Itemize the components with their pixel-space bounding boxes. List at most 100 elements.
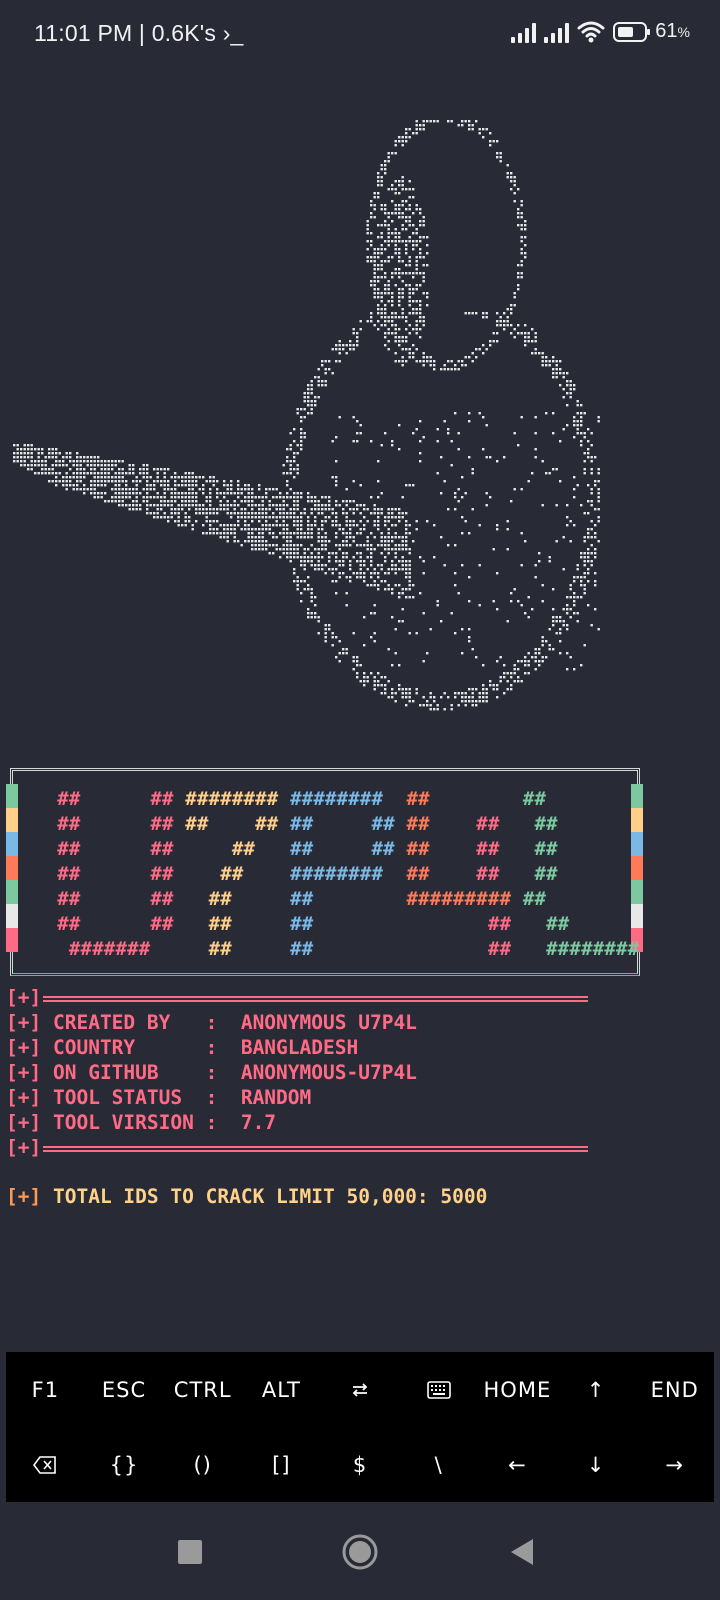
recents-button[interactable]: [168, 1530, 212, 1574]
key-up[interactable]: ↑: [557, 1352, 636, 1427]
banner-segment: ##: [499, 863, 558, 885]
back-button[interactable]: [500, 1530, 544, 1574]
banner-segment: ## ##: [34, 863, 174, 885]
banner-segment: ## ##: [173, 813, 279, 835]
key-right[interactable]: →: [635, 1427, 714, 1502]
strip-segment: [631, 856, 643, 880]
key-dollar[interactable]: $: [321, 1427, 400, 1502]
strip-segment: [6, 856, 18, 880]
banner-segment: ##: [429, 788, 547, 810]
info-rule-top: [+]: [6, 985, 706, 1010]
key-backslash[interactable]: \: [399, 1427, 478, 1502]
banner-segment: ##: [429, 863, 500, 885]
strip-segment: [631, 808, 643, 832]
signal-icon-1: [511, 21, 537, 43]
banner-segment: ########: [173, 788, 279, 810]
banner-segment: ##: [511, 913, 570, 935]
banner-segment: ##: [429, 813, 500, 835]
banner-row: ## ## ## ## ######### ##: [34, 888, 546, 913]
divider: [43, 995, 589, 1002]
banner-segment: ########: [278, 788, 384, 810]
home-button[interactable]: [338, 1530, 382, 1574]
banner-segment: ## ##: [34, 838, 174, 860]
banner-segment: ########: [243, 863, 384, 885]
banner-segment: ##: [511, 888, 547, 910]
banner-segment: ##: [394, 838, 430, 860]
banner-segment: ##: [150, 938, 232, 960]
key-alt[interactable]: ALT: [242, 1352, 321, 1427]
tab-icon: [351, 1382, 369, 1398]
banner-segment: ## ##: [34, 888, 174, 910]
banner-segment: ## ##: [34, 788, 174, 810]
key-esc[interactable]: ESC: [85, 1352, 164, 1427]
key-parens[interactable]: (): [163, 1427, 242, 1502]
banner-segment: ##: [383, 863, 430, 885]
banner-segment: ##: [173, 888, 232, 910]
key-tab[interactable]: [321, 1352, 400, 1427]
strip-segment: [6, 928, 18, 952]
back-triangle-icon: [511, 1539, 533, 1565]
total-ids-line: [+] TOTAL IDS TO CRACK LIMIT 50,000: 500…: [6, 1185, 488, 1208]
info-line-country: [+] COUNTRY : BANGLADESH: [6, 1036, 359, 1059]
divider: [43, 1145, 589, 1152]
banner-segment: ##: [429, 838, 500, 860]
strip-segment: [631, 784, 643, 808]
info-rule-bottom: [+]: [6, 1135, 706, 1160]
strip-segment: [631, 904, 643, 928]
strip-segment: [6, 904, 18, 928]
key-f1[interactable]: F1: [6, 1352, 85, 1427]
status-bar: 11:01 PM | 0.6K's ›_ 61%: [0, 0, 720, 70]
banner-segment: ##: [499, 838, 558, 860]
terminal-prompt-icon: ›_: [222, 20, 244, 46]
info-line-version: [+] TOOL VIRSION : 7.7: [6, 1111, 277, 1134]
banner-segment: ## ##: [34, 913, 174, 935]
strip-segment: [631, 832, 643, 856]
banner-segment: ##: [313, 938, 512, 960]
total-ids-text: TOTAL IDS TO CRACK LIMIT 50,000: 5000: [52, 1185, 488, 1208]
strip-segment: [6, 808, 18, 832]
banner-row: ## ## ## ######## ## ## ##: [34, 863, 558, 888]
strip-segment: [6, 784, 18, 808]
key-left[interactable]: ←: [478, 1427, 557, 1502]
banner-segment: ##: [394, 813, 430, 835]
info-line-github: [+] ON GITHUB : ANONYMOUS-U7P4L: [6, 1061, 417, 1084]
banner-segment: ## ##: [34, 813, 174, 835]
key-backspace[interactable]: [6, 1427, 85, 1502]
banner-segment: #######: [34, 938, 151, 960]
banner-segment: ##: [231, 913, 314, 935]
key-keyboard[interactable]: [399, 1352, 478, 1427]
ascii-art-hooded-figure: [13, 120, 600, 711]
home-circle-icon: [342, 1534, 378, 1570]
banner-row: ## ## ## ## ## ##: [34, 913, 569, 938]
battery-percent: 61%: [655, 20, 690, 42]
navigation-bar: [0, 1502, 720, 1600]
keyboard-icon: [426, 1380, 451, 1399]
strip-segment: [6, 832, 18, 856]
banner-segment: ########: [511, 938, 640, 960]
signal-icon-2: [544, 21, 570, 43]
strip-segment: [631, 880, 643, 904]
backspace-icon: [33, 1455, 57, 1474]
info-line-created-by: [+] CREATED BY : ANONYMOUS U7P4L: [6, 1011, 417, 1034]
banner-segment: ##: [173, 863, 244, 885]
key-braces[interactable]: {}: [85, 1427, 164, 1502]
banner-segment: ##: [383, 788, 430, 810]
banner-segment: ##: [313, 913, 512, 935]
key-down[interactable]: ↓: [557, 1427, 636, 1502]
banner-segment: ## ##: [255, 838, 395, 860]
banner-segment: ## ##: [278, 813, 395, 835]
key-end[interactable]: END: [635, 1352, 714, 1427]
status-time-text: 11:01 PM | 0.6K's: [34, 20, 217, 46]
banner-segment: ##: [173, 838, 256, 860]
key-brackets[interactable]: []: [242, 1427, 321, 1502]
banner-segment: ##: [231, 888, 314, 910]
battery-icon: [613, 21, 651, 42]
banner-segment: ##: [499, 813, 558, 835]
battery-fill: [618, 26, 634, 37]
key-ctrl[interactable]: CTRL: [163, 1352, 242, 1427]
recents-square-icon: [178, 1540, 202, 1564]
key-home[interactable]: HOME: [478, 1352, 557, 1427]
extra-keys-row-2: {}()[] $ \ ← ↓ →: [6, 1427, 714, 1502]
banner-row: ## ## ######## ######## ## ##: [34, 788, 546, 813]
banner-row: ## ## ## ## ## ## ## ##: [34, 838, 558, 863]
